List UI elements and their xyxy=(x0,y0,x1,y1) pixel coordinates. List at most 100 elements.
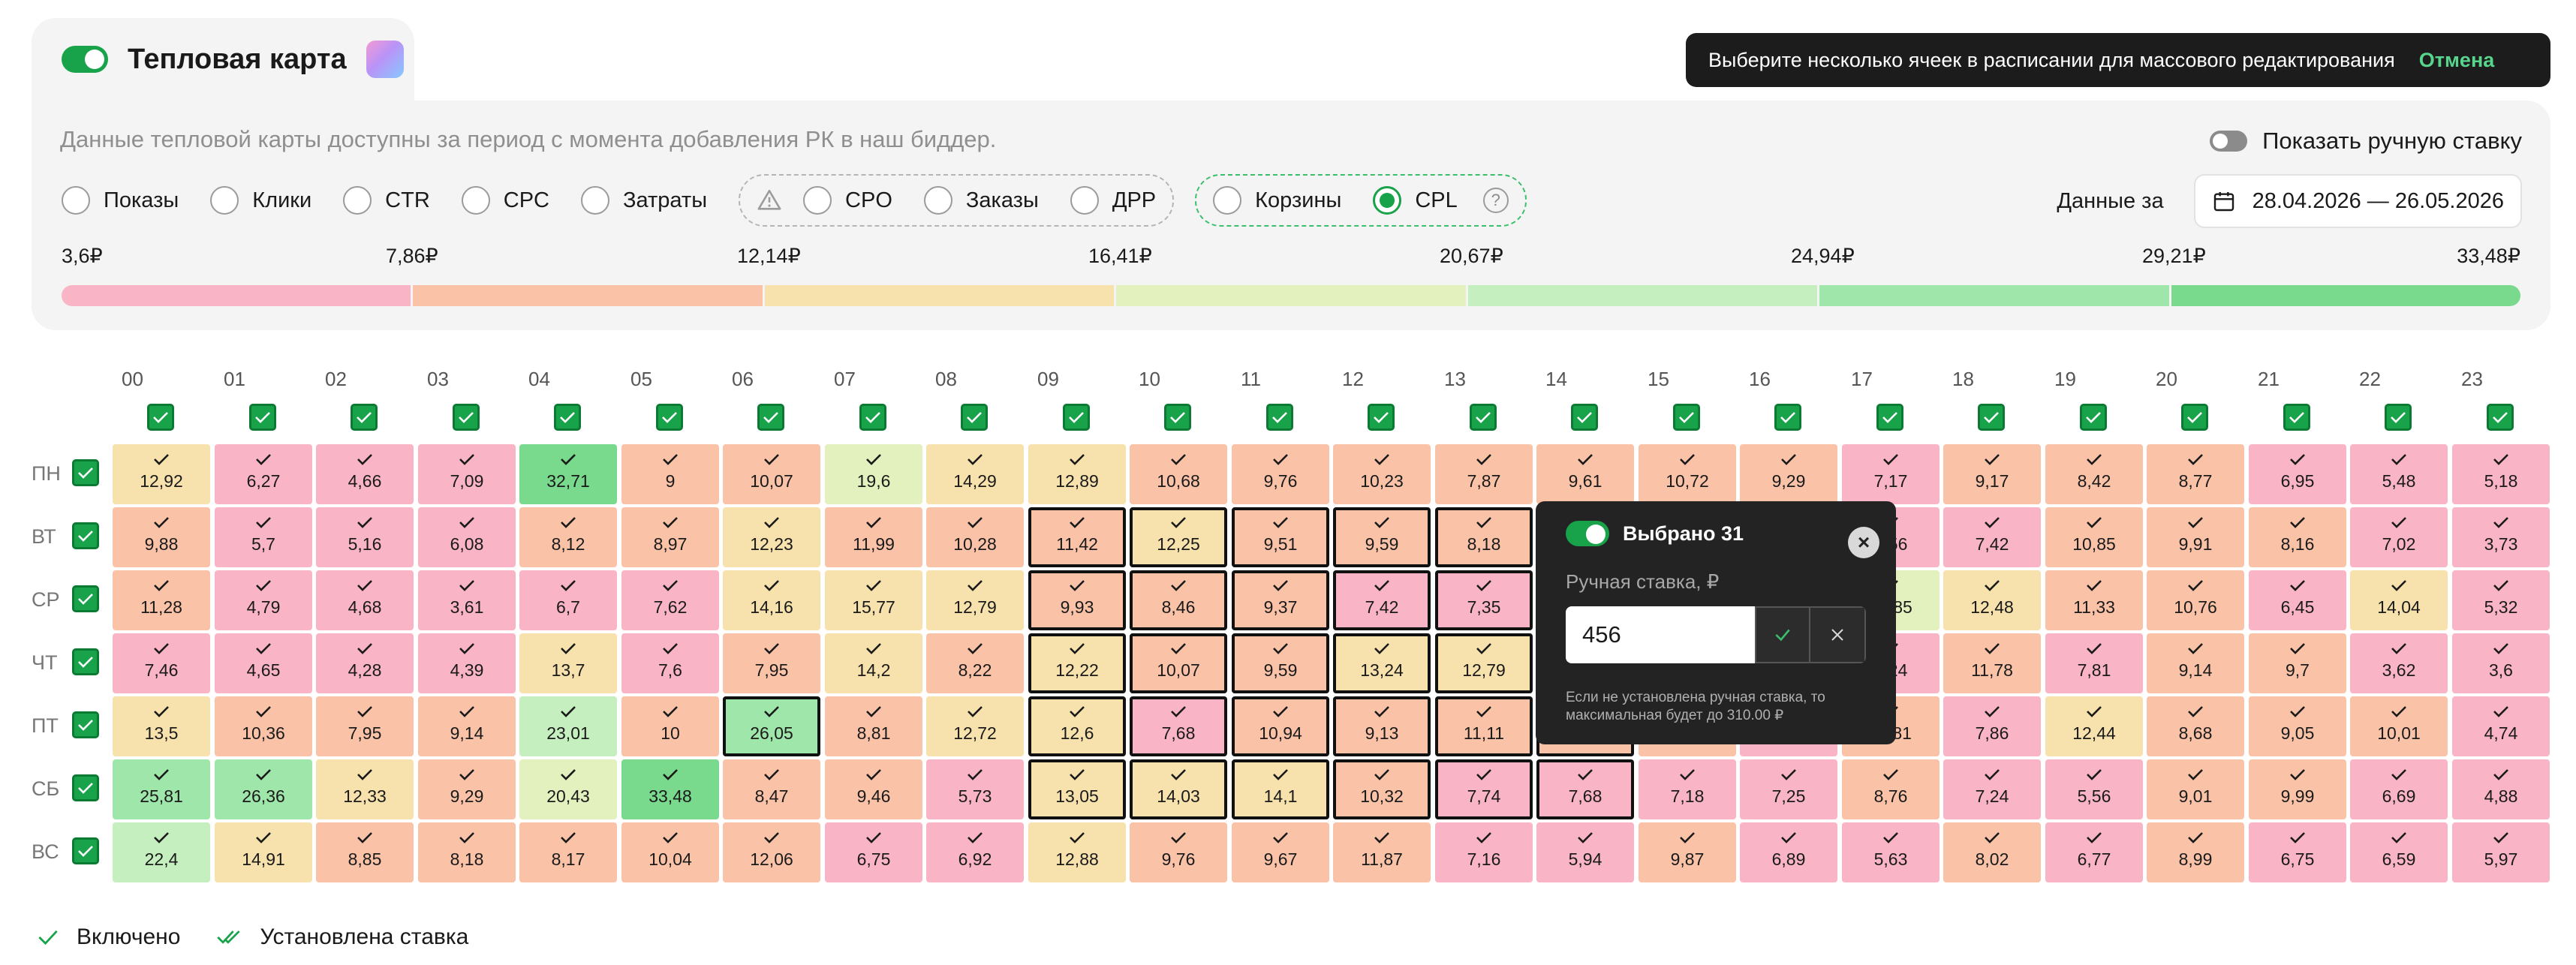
schedule-cell[interactable]: 10,07 xyxy=(1130,633,1227,693)
schedule-cell[interactable]: 10,76 xyxy=(2147,570,2244,630)
metric-option[interactable]: Заказы xyxy=(923,186,1039,215)
day-checkbox[interactable] xyxy=(72,459,99,486)
hour-checkbox[interactable] xyxy=(1978,404,2005,431)
day-checkbox[interactable] xyxy=(72,774,99,801)
help-icon[interactable]: ? xyxy=(1482,188,1509,213)
schedule-cell[interactable]: 7,86 xyxy=(1943,696,2041,756)
schedule-cell[interactable]: 12,92 xyxy=(113,444,210,504)
schedule-cell[interactable]: 6,59 xyxy=(2350,822,2448,882)
radio-button[interactable] xyxy=(210,186,239,215)
manual-bid-toggle[interactable] xyxy=(2210,131,2248,152)
schedule-cell[interactable]: 14,1 xyxy=(1232,759,1329,819)
hour-checkbox[interactable] xyxy=(859,404,886,431)
schedule-cell[interactable]: 10,85 xyxy=(2045,507,2143,567)
schedule-cell[interactable]: 5,7 xyxy=(215,507,312,567)
hour-checkbox[interactable] xyxy=(961,404,988,431)
schedule-cell[interactable]: 9,76 xyxy=(1232,444,1329,504)
schedule-cell[interactable]: 13,05 xyxy=(1028,759,1126,819)
schedule-cell[interactable]: 4,65 xyxy=(215,633,312,693)
schedule-cell[interactable]: 7,42 xyxy=(1943,507,2041,567)
schedule-cell[interactable]: 9,61 xyxy=(1536,444,1634,504)
schedule-cell[interactable]: 8,76 xyxy=(1842,759,1940,819)
schedule-cell[interactable]: 14,04 xyxy=(2350,570,2448,630)
schedule-cell[interactable]: 6,45 xyxy=(2249,570,2346,630)
schedule-cell[interactable]: 8,02 xyxy=(1943,822,2041,882)
schedule-cell[interactable]: 9,87 xyxy=(1639,822,1736,882)
schedule-cell[interactable]: 9,76 xyxy=(1130,822,1227,882)
schedule-cell[interactable]: 9,67 xyxy=(1232,822,1329,882)
metric-option-selected[interactable]: CPL xyxy=(1373,186,1458,215)
metric-option[interactable]: Клики xyxy=(210,186,311,215)
hour-checkbox[interactable] xyxy=(2487,404,2514,431)
schedule-cell[interactable]: 7,95 xyxy=(316,696,414,756)
hour-checkbox[interactable] xyxy=(757,404,784,431)
hour-checkbox[interactable] xyxy=(1774,404,1801,431)
hour-checkbox[interactable] xyxy=(2080,404,2107,431)
schedule-cell[interactable]: 10,94 xyxy=(1232,696,1329,756)
schedule-cell[interactable]: 10,28 xyxy=(926,507,1024,567)
schedule-cell[interactable]: 6,77 xyxy=(2045,822,2143,882)
schedule-cell[interactable]: 8,85 xyxy=(316,822,414,882)
hour-checkbox[interactable] xyxy=(1368,404,1395,431)
schedule-cell[interactable]: 8,47 xyxy=(723,759,820,819)
hour-checkbox[interactable] xyxy=(1470,404,1497,431)
schedule-cell[interactable]: 23,01 xyxy=(519,696,617,756)
schedule-cell[interactable]: 12,06 xyxy=(723,822,820,882)
schedule-cell[interactable]: 12,79 xyxy=(1435,633,1533,693)
schedule-cell[interactable]: 7,62 xyxy=(621,570,719,630)
schedule-cell[interactable]: 15,77 xyxy=(825,570,922,630)
schedule-cell[interactable]: 12,33 xyxy=(316,759,414,819)
schedule-cell[interactable]: 7,6 xyxy=(621,633,719,693)
schedule-cell[interactable]: 19,6 xyxy=(825,444,922,504)
schedule-cell[interactable]: 7,02 xyxy=(2350,507,2448,567)
schedule-cell[interactable]: 7,18 xyxy=(1639,759,1736,819)
schedule-cell[interactable]: 12,25 xyxy=(1130,507,1227,567)
schedule-cell[interactable]: 4,28 xyxy=(316,633,414,693)
radio-button[interactable] xyxy=(803,186,832,215)
schedule-cell[interactable]: 9 xyxy=(621,444,719,504)
radio-button[interactable] xyxy=(581,186,609,215)
schedule-cell[interactable]: 8,68 xyxy=(2147,696,2244,756)
schedule-cell[interactable]: 8,99 xyxy=(2147,822,2244,882)
schedule-cell[interactable]: 6,08 xyxy=(418,507,516,567)
schedule-cell[interactable]: 7,42 xyxy=(1333,570,1431,630)
schedule-cell[interactable]: 11,78 xyxy=(1943,633,2041,693)
schedule-cell[interactable]: 4,66 xyxy=(316,444,414,504)
schedule-cell[interactable]: 9,29 xyxy=(418,759,516,819)
schedule-cell[interactable]: 3,6 xyxy=(2452,633,2550,693)
schedule-cell[interactable]: 5,48 xyxy=(2350,444,2448,504)
schedule-cell[interactable]: 5,63 xyxy=(1842,822,1940,882)
schedule-cell[interactable]: 26,36 xyxy=(215,759,312,819)
hour-checkbox[interactable] xyxy=(351,404,378,431)
schedule-cell[interactable]: 8,77 xyxy=(2147,444,2244,504)
hour-checkbox[interactable] xyxy=(554,404,581,431)
schedule-cell[interactable]: 7,09 xyxy=(418,444,516,504)
schedule-cell[interactable]: 9,01 xyxy=(2147,759,2244,819)
schedule-cell[interactable]: 3,62 xyxy=(2350,633,2448,693)
schedule-cell[interactable]: 7,17 xyxy=(1842,444,1940,504)
radio-button[interactable] xyxy=(923,186,952,215)
schedule-cell[interactable]: 7,24 xyxy=(1943,759,2041,819)
schedule-cell[interactable]: 14,03 xyxy=(1130,759,1227,819)
schedule-cell[interactable]: 5,16 xyxy=(316,507,414,567)
schedule-cell[interactable]: 9,7 xyxy=(2249,633,2346,693)
schedule-cell[interactable]: 9,17 xyxy=(1943,444,2041,504)
schedule-cell[interactable]: 10,01 xyxy=(2350,696,2448,756)
schedule-cell[interactable]: 13,24 xyxy=(1333,633,1431,693)
hour-checkbox[interactable] xyxy=(2283,404,2310,431)
schedule-cell[interactable]: 9,99 xyxy=(2249,759,2346,819)
metric-option[interactable]: CPO xyxy=(803,186,892,215)
schedule-cell[interactable]: 22,4 xyxy=(113,822,210,882)
schedule-cell[interactable]: 12,23 xyxy=(723,507,820,567)
schedule-cell[interactable]: 7,68 xyxy=(1536,759,1634,819)
schedule-cell[interactable]: 12,72 xyxy=(926,696,1024,756)
hour-checkbox[interactable] xyxy=(249,404,276,431)
hour-checkbox[interactable] xyxy=(147,404,174,431)
schedule-cell[interactable]: 10,36 xyxy=(215,696,312,756)
hour-checkbox[interactable] xyxy=(1673,404,1700,431)
schedule-cell[interactable]: 3,61 xyxy=(418,570,516,630)
schedule-cell[interactable]: 10,07 xyxy=(723,444,820,504)
schedule-cell[interactable]: 10,32 xyxy=(1333,759,1431,819)
schedule-cell[interactable]: 10,68 xyxy=(1130,444,1227,504)
schedule-cell[interactable]: 5,94 xyxy=(1536,822,1634,882)
